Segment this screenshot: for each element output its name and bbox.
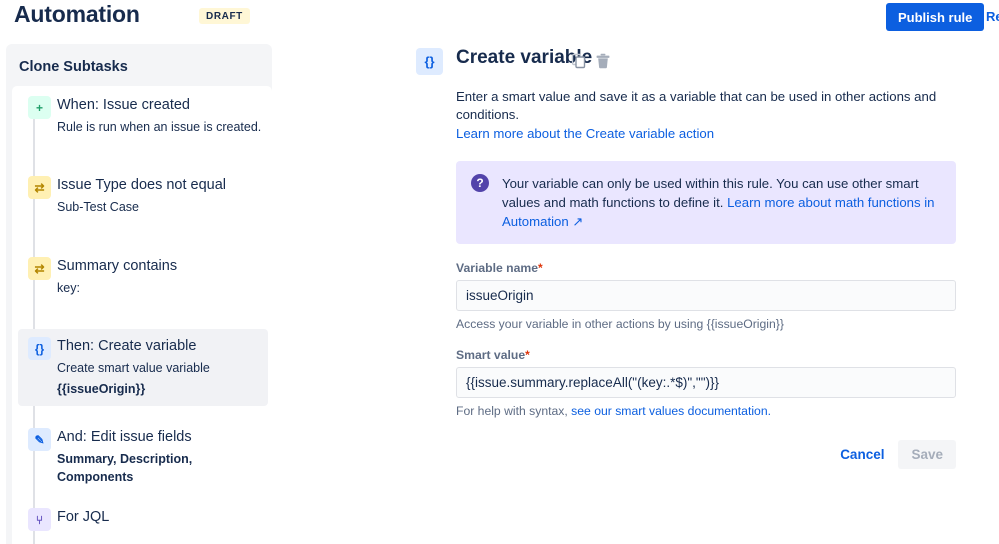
rule-step[interactable]: + When: Issue created Rule is run when an …	[18, 88, 268, 144]
rule-step[interactable]: ⇄ Issue Type does not equal Sub-Test Case	[18, 168, 268, 224]
publish-rule-button[interactable]: Publish rule	[886, 3, 984, 31]
smart-values-docs-link[interactable]: see our smart values documentation.	[571, 404, 771, 418]
rule-step-body: And: Edit issue fields Summary, Descripti…	[57, 428, 268, 486]
required-asterisk: *	[538, 261, 543, 275]
rule-step-title: Issue Type does not equal	[57, 176, 264, 195]
braces-icon: {}	[28, 337, 51, 360]
rule-step-description-strong: Summary, Description, Components	[57, 450, 264, 486]
detail-description: Enter a smart value and save it as a var…	[456, 88, 956, 124]
smart-value-help: For help with syntax, see our smart valu…	[456, 404, 956, 418]
pencil-icon: ✎	[28, 428, 51, 451]
rule-step-title: For JQL	[57, 508, 264, 527]
detail-pane: {} Create variable Enter a smart value a…	[416, 44, 976, 469]
info-banner-text: Your variable can only be used within th…	[502, 174, 942, 231]
top-bar: Automation DRAFT Publish rule Re	[0, 0, 999, 44]
rule-step-description: Rule is run when an issue is created.	[57, 118, 264, 136]
rule-step[interactable]: ✎ And: Edit issue fields Summary, Descript…	[18, 420, 268, 494]
rule-step-body: Then: Create variable Create smart value …	[57, 337, 268, 398]
rule-step-title: And: Edit issue fields	[57, 428, 264, 447]
copy-icon[interactable]	[571, 53, 587, 69]
status-badge: DRAFT	[199, 8, 250, 24]
rule-step-body: Summary contains key:	[57, 257, 268, 297]
rule-step-description: key:	[57, 279, 264, 297]
rule-step-title: Then: Create variable	[57, 337, 264, 356]
rule-name: Clone Subtasks	[19, 59, 128, 75]
rule-step[interactable]: ⇄ Summary contains key:	[18, 249, 268, 305]
variable-name-field: Variable name* Access your variable in o…	[456, 261, 956, 331]
smart-value-label: Smart value*	[456, 348, 956, 362]
form-actions: Cancel Save	[456, 440, 956, 469]
rule-step-description: Sub-Test Case	[57, 198, 264, 216]
page-title: Automation	[14, 1, 140, 28]
return-link[interactable]: Re	[986, 9, 999, 24]
variable-name-help: Access your variable in other actions by…	[456, 317, 956, 331]
learn-more-create-variable-link[interactable]: Learn more about the Create variable act…	[456, 126, 714, 141]
smart-value-input[interactable]	[456, 367, 956, 398]
cancel-button[interactable]: Cancel	[830, 440, 894, 469]
required-asterisk: *	[525, 348, 530, 362]
detail-header: {} Create variable	[416, 44, 976, 76]
rule-steps-card: + When: Issue created Rule is run when an …	[12, 86, 272, 544]
braces-icon: {}	[416, 48, 443, 75]
rule-step[interactable]: {} Then: Create variable Create smart valu…	[18, 329, 268, 406]
rule-step[interactable]: ⑂ For JQL	[18, 500, 268, 535]
rule-step-description: Create smart value variable	[57, 359, 264, 377]
condition-icon: ⇄	[28, 257, 51, 280]
rule-step-body: For JQL	[57, 508, 268, 527]
smart-value-field: Smart value* For help with syntax, see o…	[456, 348, 956, 418]
save-button: Save	[898, 440, 956, 469]
rule-step-description-strong: {{issueOrigin}}	[57, 380, 264, 398]
variable-name-label-text: Variable name	[456, 261, 538, 275]
condition-icon: ⇄	[28, 176, 51, 199]
rule-step-body: Issue Type does not equal Sub-Test Case	[57, 176, 268, 216]
smart-value-label-text: Smart value	[456, 348, 525, 362]
question-icon: ?	[471, 174, 489, 192]
info-banner: ? Your variable can only be used within …	[456, 161, 956, 244]
rule-step-body: When: Issue created Rule is run when an i…	[57, 96, 268, 136]
variable-name-input[interactable]	[456, 280, 956, 311]
branch-icon: ⑂	[28, 508, 51, 531]
variable-name-label: Variable name*	[456, 261, 956, 275]
smart-value-help-text: For help with syntax,	[456, 404, 571, 418]
rule-step-title: Summary contains	[57, 257, 264, 276]
rule-panel: Clone Subtasks + When: Issue created Rule …	[6, 44, 272, 544]
trash-icon[interactable]	[595, 53, 611, 69]
plus-icon: +	[28, 96, 51, 119]
rule-step-title: When: Issue created	[57, 96, 264, 115]
